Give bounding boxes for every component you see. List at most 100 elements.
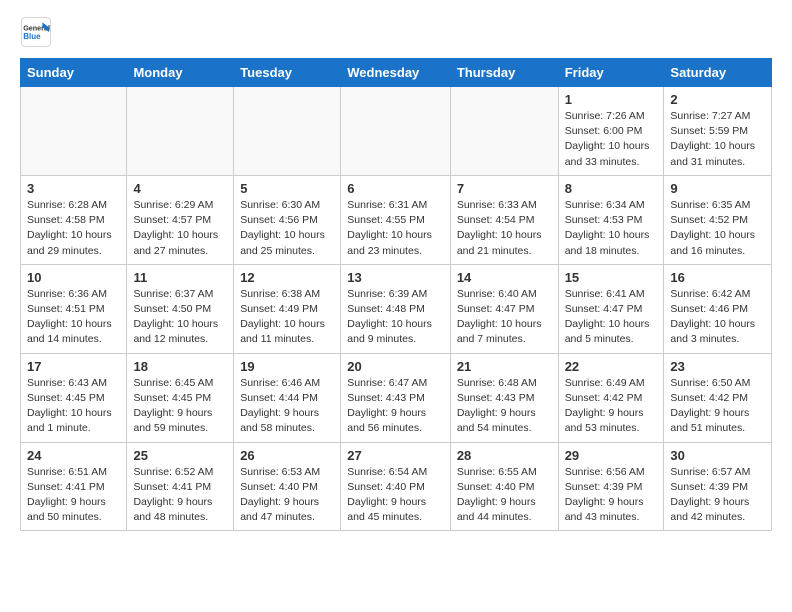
calendar-cell [127, 87, 234, 176]
day-number: 28 [457, 448, 552, 463]
calendar-cell: 26Sunrise: 6:53 AMSunset: 4:40 PMDayligh… [234, 442, 341, 531]
weekday-header-saturday: Saturday [664, 59, 772, 87]
weekday-header-tuesday: Tuesday [234, 59, 341, 87]
day-number: 1 [565, 92, 658, 107]
day-number: 11 [133, 270, 227, 285]
day-info: Sunrise: 6:43 AMSunset: 4:45 PMDaylight:… [27, 376, 120, 437]
day-info: Sunrise: 6:29 AMSunset: 4:57 PMDaylight:… [133, 198, 227, 259]
day-number: 24 [27, 448, 120, 463]
calendar-cell: 6 Sunrise: 6:31 AMSunset: 4:55 PMDaylight… [341, 175, 451, 264]
day-info: Sunrise: 6:56 AMSunset: 4:39 PMDaylight:… [565, 465, 658, 526]
calendar-week-5: 24 Sunrise: 6:51 AMSunset: 4:41 PMDayligh… [21, 442, 772, 531]
calendar-cell: 12 Sunrise: 6:38 AMSunset: 4:49 PMDayligh… [234, 264, 341, 353]
calendar-cell: 17 Sunrise: 6:43 AMSunset: 4:45 PMDayligh… [21, 353, 127, 442]
weekday-header-thursday: Thursday [450, 59, 558, 87]
calendar-cell: 25 Sunrise: 6:52 AMSunset: 4:41 PMDayligh… [127, 442, 234, 531]
day-number: 29 [565, 448, 658, 463]
weekday-header-friday: Friday [558, 59, 664, 87]
svg-text:Blue: Blue [23, 32, 41, 41]
day-info: Sunrise: 6:45 AMSunset: 4:45 PMDaylight:… [133, 376, 227, 437]
day-info: Sunrise: 6:46 AMSunset: 4:44 PMDaylight:… [240, 376, 334, 437]
day-info: Sunrise: 6:47 AMSunset: 4:43 PMDaylight:… [347, 376, 444, 437]
calendar-cell: 20 Sunrise: 6:47 AMSunset: 4:43 PMDayligh… [341, 353, 451, 442]
day-number: 13 [347, 270, 444, 285]
day-number: 21 [457, 359, 552, 374]
day-info: Sunrise: 6:49 AMSunset: 4:42 PMDaylight:… [565, 376, 658, 437]
calendar-cell: 3 Sunrise: 6:28 AMSunset: 4:58 PMDaylight… [21, 175, 127, 264]
day-number: 16 [670, 270, 765, 285]
weekday-header-row: SundayMondayTuesdayWednesdayThursdayFrid… [21, 59, 772, 87]
day-info: Sunrise: 7:26 AMSunset: 6:00 PMDaylight:… [565, 109, 658, 170]
day-info: Sunrise: 6:40 AMSunset: 4:47 PMDaylight:… [457, 287, 552, 348]
day-info: Sunrise: 6:42 AMSunset: 4:46 PMDaylight:… [670, 287, 765, 348]
day-info: Sunrise: 6:30 AMSunset: 4:56 PMDaylight:… [240, 198, 334, 259]
calendar-cell: 19 Sunrise: 6:46 AMSunset: 4:44 PMDayligh… [234, 353, 341, 442]
calendar-cell [21, 87, 127, 176]
calendar-cell: 5 Sunrise: 6:30 AMSunset: 4:56 PMDaylight… [234, 175, 341, 264]
day-info: Sunrise: 6:34 AMSunset: 4:53 PMDaylight:… [565, 198, 658, 259]
day-number: 2 [670, 92, 765, 107]
calendar-cell: 29 Sunrise: 6:56 AMSunset: 4:39 PMDayligh… [558, 442, 664, 531]
day-info: Sunrise: 6:54 AMSunset: 4:40 PMDaylight:… [347, 465, 444, 526]
day-number: 15 [565, 270, 658, 285]
weekday-header-wednesday: Wednesday [341, 59, 451, 87]
logo-icon: General Blue [20, 16, 52, 48]
calendar-cell: 24 Sunrise: 6:51 AMSunset: 4:41 PMDayligh… [21, 442, 127, 531]
calendar-week-1: 1 Sunrise: 7:26 AMSunset: 6:00 PMDaylight… [21, 87, 772, 176]
calendar-cell: 22Sunrise: 6:49 AMSunset: 4:42 PMDayligh… [558, 353, 664, 442]
day-number: 6 [347, 181, 444, 196]
day-number: 5 [240, 181, 334, 196]
calendar-cell [234, 87, 341, 176]
day-number: 18 [133, 359, 227, 374]
day-number: 25 [133, 448, 227, 463]
day-info: Sunrise: 6:52 AMSunset: 4:41 PMDaylight:… [133, 465, 227, 526]
calendar-week-4: 17 Sunrise: 6:43 AMSunset: 4:45 PMDayligh… [21, 353, 772, 442]
day-number: 20 [347, 359, 444, 374]
logo: General Blue [20, 16, 56, 48]
day-number: 12 [240, 270, 334, 285]
calendar-cell: 14 Sunrise: 6:40 AMSunset: 4:47 PMDayligh… [450, 264, 558, 353]
day-number: 27 [347, 448, 444, 463]
day-info: Sunrise: 6:41 AMSunset: 4:47 PMDaylight:… [565, 287, 658, 348]
calendar-cell: 18 Sunrise: 6:45 AMSunset: 4:45 PMDayligh… [127, 353, 234, 442]
calendar-cell: 21 Sunrise: 6:48 AMSunset: 4:43 PMDayligh… [450, 353, 558, 442]
day-number: 30 [670, 448, 765, 463]
day-number: 17 [27, 359, 120, 374]
calendar-cell: 4 Sunrise: 6:29 AMSunset: 4:57 PMDaylight… [127, 175, 234, 264]
day-info: Sunrise: 6:57 AMSunset: 4:39 PMDaylight:… [670, 465, 765, 526]
calendar-cell: 15 Sunrise: 6:41 AMSunset: 4:47 PMDayligh… [558, 264, 664, 353]
calendar-cell: 2 Sunrise: 7:27 AMSunset: 5:59 PMDaylight… [664, 87, 772, 176]
calendar-cell: 9 Sunrise: 6:35 AMSunset: 4:52 PMDaylight… [664, 175, 772, 264]
day-info: Sunrise: 6:51 AMSunset: 4:41 PMDaylight:… [27, 465, 120, 526]
day-number: 7 [457, 181, 552, 196]
calendar-cell: 28 Sunrise: 6:55 AMSunset: 4:40 PMDayligh… [450, 442, 558, 531]
weekday-header-monday: Monday [127, 59, 234, 87]
calendar-cell: 16 Sunrise: 6:42 AMSunset: 4:46 PMDayligh… [664, 264, 772, 353]
day-info: Sunrise: 6:48 AMSunset: 4:43 PMDaylight:… [457, 376, 552, 437]
day-number: 9 [670, 181, 765, 196]
day-info: Sunrise: 7:27 AMSunset: 5:59 PMDaylight:… [670, 109, 765, 170]
calendar-table: SundayMondayTuesdayWednesdayThursdayFrid… [20, 58, 772, 531]
day-info: Sunrise: 6:50 AMSunset: 4:42 PMDaylight:… [670, 376, 765, 437]
day-number: 8 [565, 181, 658, 196]
calendar-cell: 27 Sunrise: 6:54 AMSunset: 4:40 PMDayligh… [341, 442, 451, 531]
calendar-week-3: 10Sunrise: 6:36 AMSunset: 4:51 PMDayligh… [21, 264, 772, 353]
day-number: 4 [133, 181, 227, 196]
day-number: 19 [240, 359, 334, 374]
calendar-cell: 7Sunrise: 6:33 AMSunset: 4:54 PMDaylight… [450, 175, 558, 264]
day-info: Sunrise: 6:31 AMSunset: 4:55 PMDaylight:… [347, 198, 444, 259]
day-number: 26 [240, 448, 334, 463]
calendar-page: General Blue SundayMondayTuesdayWednesda… [0, 0, 792, 547]
day-number: 3 [27, 181, 120, 196]
day-number: 23 [670, 359, 765, 374]
calendar-cell: 11Sunrise: 6:37 AMSunset: 4:50 PMDayligh… [127, 264, 234, 353]
day-info: Sunrise: 6:28 AMSunset: 4:58 PMDaylight:… [27, 198, 120, 259]
calendar-cell: 30 Sunrise: 6:57 AMSunset: 4:39 PMDayligh… [664, 442, 772, 531]
calendar-cell: 13 Sunrise: 6:39 AMSunset: 4:48 PMDayligh… [341, 264, 451, 353]
day-info: Sunrise: 6:55 AMSunset: 4:40 PMDaylight:… [457, 465, 552, 526]
day-info: Sunrise: 6:38 AMSunset: 4:49 PMDaylight:… [240, 287, 334, 348]
day-info: Sunrise: 6:39 AMSunset: 4:48 PMDaylight:… [347, 287, 444, 348]
calendar-week-2: 3 Sunrise: 6:28 AMSunset: 4:58 PMDaylight… [21, 175, 772, 264]
day-info: Sunrise: 6:35 AMSunset: 4:52 PMDaylight:… [670, 198, 765, 259]
day-number: 14 [457, 270, 552, 285]
